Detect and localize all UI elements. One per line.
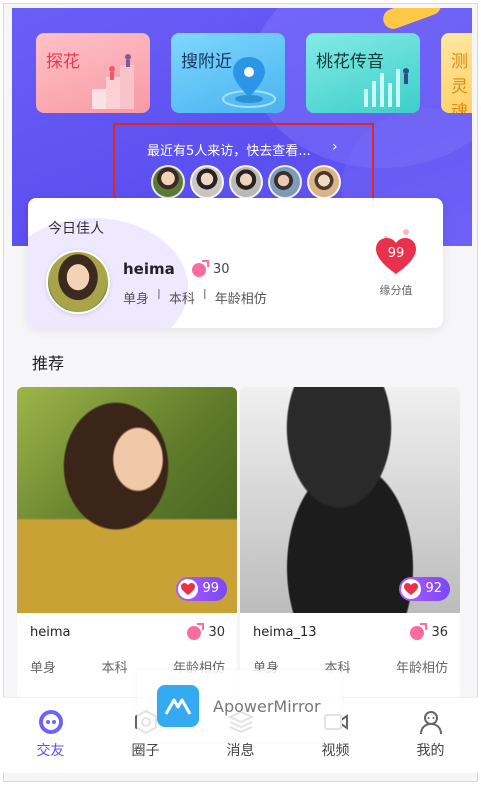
nav-item-friends[interactable]: 交友: [3, 698, 98, 773]
feature-tanhua-card[interactable]: 探花: [36, 33, 150, 113]
age-info: 36: [410, 622, 448, 640]
sound-wave-icon: [364, 68, 409, 107]
user-tags: 单身 I 本科 I 年龄相仿: [123, 288, 267, 307]
friends-icon: [38, 710, 63, 734]
nav-label: 我的: [416, 743, 445, 759]
feature-label: 测灵魂: [451, 52, 468, 113]
feature-nearby-card[interactable]: 搜附近: [171, 33, 285, 113]
heart-icon: [181, 583, 196, 595]
nav-label: 圈子: [131, 743, 160, 759]
nav-label: 交友: [36, 743, 65, 759]
tag-education: 本科: [101, 661, 128, 676]
watermark-text: ApowerMirror: [213, 696, 321, 716]
feature-soul-card[interactable]: 测灵魂: [441, 33, 472, 113]
nav-label: 消息: [226, 743, 255, 759]
avatar[interactable]: [46, 250, 110, 314]
feature-voice-card[interactable]: 桃花传音: [306, 33, 420, 113]
age-value: 36: [431, 625, 448, 640]
female-gender-icon: [187, 622, 205, 640]
tag-separator: I: [202, 288, 207, 303]
age-info: 30: [187, 622, 225, 640]
today-beauty-card[interactable]: 今日佳人 heima 30 单身 I 本科 I 年龄相仿 99 缘分值: [28, 198, 443, 328]
fate-score: 99 缘分值: [365, 228, 427, 298]
fate-value: 99: [387, 246, 405, 261]
heart-icon: 99: [372, 228, 420, 278]
location-pin-icon: [222, 57, 276, 108]
user-name: heima: [30, 625, 71, 640]
heart-icon: [404, 583, 419, 595]
tag-education: 本科: [168, 292, 195, 307]
nav-label: 视频: [321, 743, 350, 759]
tag-separator: I: [157, 288, 161, 303]
nav-item-profile[interactable]: 我的: [383, 698, 478, 773]
today-title: 今日佳人: [48, 221, 104, 237]
stairs-illustration-icon: [92, 54, 134, 109]
age-value: 30: [213, 262, 230, 277]
tag-marital: 单身: [30, 661, 57, 676]
tag-age-match: 年龄相仿: [395, 661, 448, 676]
profile-icon: [419, 711, 442, 735]
match-score: 92: [425, 581, 442, 596]
apowermirror-logo-icon: [157, 685, 199, 727]
tag-age-match: 年龄相仿: [214, 292, 267, 307]
female-gender-icon: [192, 259, 209, 277]
feature-label: 探花: [46, 52, 80, 72]
match-score: 99: [202, 581, 219, 596]
mirror-watermark: ApowerMirror: [137, 670, 342, 742]
phone-screen: 探花 搜附近 桃花传音 测灵魂 最近有5人来访，快去查看... › 今日佳人 h…: [3, 3, 478, 782]
age-value: 30: [208, 625, 225, 640]
match-score-badge: 92: [399, 577, 450, 601]
user-name: heima_13: [253, 625, 317, 640]
age-info: 30: [192, 259, 230, 277]
fate-label: 缘分值: [379, 284, 413, 297]
user-name: heima: [123, 260, 175, 278]
recommend-card[interactable]: 92 heima_13 36 单身 本科 年龄相仿: [240, 387, 460, 699]
recommend-card[interactable]: 99 heima 30 单身 本科 年龄相仿: [17, 387, 237, 699]
visitor-highlight-box: [113, 123, 374, 210]
female-gender-icon: [410, 622, 428, 640]
section-title: 推荐: [32, 354, 65, 373]
match-score-badge: 99: [176, 577, 227, 601]
tag-marital: 单身: [123, 292, 150, 307]
